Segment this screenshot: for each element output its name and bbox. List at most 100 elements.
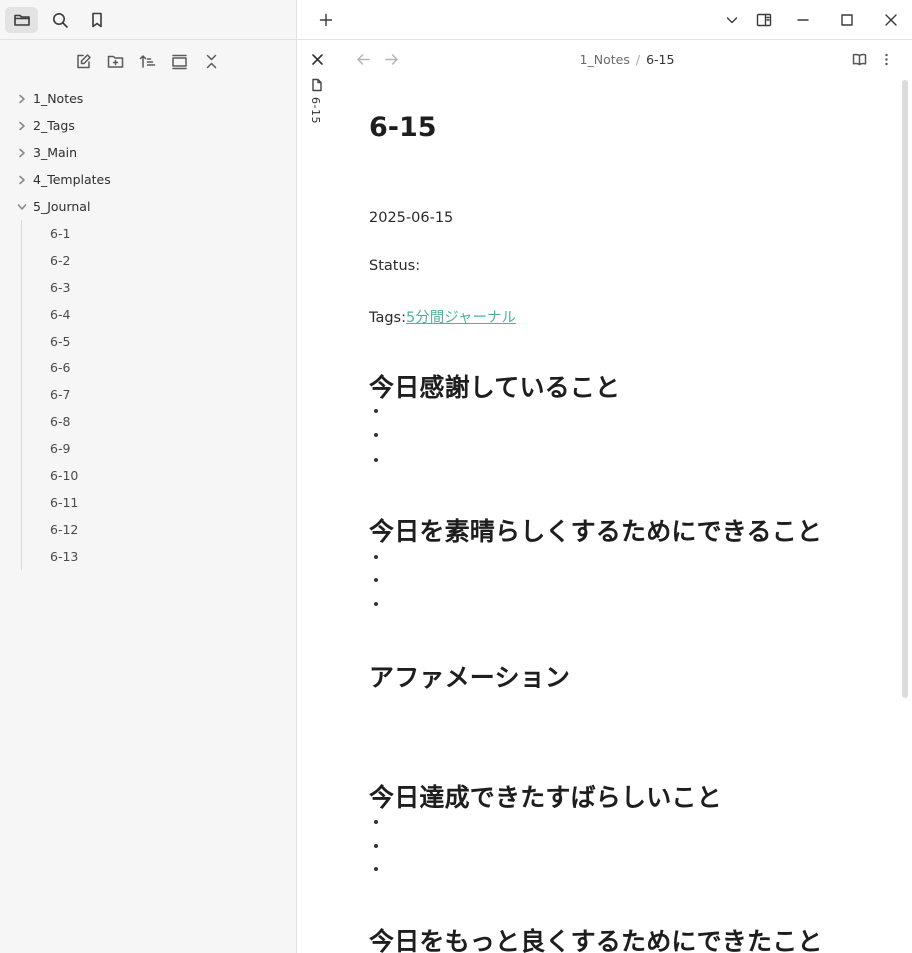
bullet xyxy=(374,820,378,824)
bookmarks-tab[interactable] xyxy=(80,7,113,33)
sort-icon xyxy=(139,54,155,68)
view-header: 1_Notes / 6-15 xyxy=(297,41,912,77)
tags-label: Tags: xyxy=(369,310,406,326)
folder-2-tags[interactable]: 2_Tags xyxy=(0,112,296,139)
folder-3-main[interactable]: 3_Main xyxy=(0,139,296,166)
section-heading: 今日感謝していること xyxy=(369,373,621,402)
file-item[interactable]: 6-11 xyxy=(0,489,296,516)
new-tab-button[interactable] xyxy=(312,7,340,33)
bullet xyxy=(374,555,378,559)
new-folder-button[interactable] xyxy=(102,48,128,74)
chevron-down-icon xyxy=(17,203,27,210)
status-line: Status: xyxy=(369,258,421,274)
bookmark-icon xyxy=(91,12,102,28)
book-open-icon xyxy=(852,53,866,65)
maximize-button[interactable] xyxy=(833,7,861,33)
vertical-tab-title: 6-15 xyxy=(309,97,322,124)
file-icon xyxy=(312,78,322,92)
tags-line: Tags:5分間ジャーナル xyxy=(369,306,516,327)
file-item[interactable]: 6-4 xyxy=(0,301,296,328)
close-tab-button[interactable] xyxy=(305,48,329,70)
file-item[interactable]: 6-9 xyxy=(0,435,296,462)
folder-5-journal[interactable]: 5_Journal xyxy=(0,193,296,220)
new-note-icon xyxy=(76,53,91,68)
bullet xyxy=(374,867,378,871)
bullet xyxy=(374,433,378,437)
date-line: 2025-06-15 xyxy=(369,210,454,226)
bullet xyxy=(374,578,378,582)
back-button[interactable] xyxy=(351,47,375,71)
auto-reveal-icon xyxy=(171,54,187,69)
section-heading: 今日を素晴らしくするためにできること xyxy=(369,517,823,546)
file-item[interactable]: 6-2 xyxy=(0,247,296,274)
toggle-right-sidebar-button[interactable] xyxy=(750,7,778,33)
minimize-icon xyxy=(797,19,809,21)
chevron-right-icon xyxy=(19,148,25,157)
file-item[interactable]: 6-6 xyxy=(0,354,296,381)
new-note-button[interactable] xyxy=(70,48,96,74)
plus-icon xyxy=(319,13,333,27)
bullet xyxy=(374,458,378,462)
minimize-button[interactable] xyxy=(789,7,817,33)
more-vertical-icon xyxy=(884,53,888,65)
new-folder-icon xyxy=(107,55,123,68)
auto-reveal-button[interactable] xyxy=(166,48,192,74)
left-sidebar: 1_Notes 2_Tags 3_Main 4_Templates 5_Jour… xyxy=(0,0,297,953)
note-title[interactable]: 6-15 xyxy=(369,112,437,143)
section-heading: 今日をもっと良くするためにできたこと xyxy=(369,927,823,953)
reading-view-button[interactable] xyxy=(847,47,871,71)
folder-label: 1_Notes xyxy=(33,91,84,106)
journal-children: 6-1 6-2 6-3 6-4 6-5 6-6 6-7 6-8 6-9 6-10… xyxy=(0,220,296,570)
file-explorer-actions xyxy=(0,48,296,74)
sort-button[interactable] xyxy=(134,48,160,74)
maximize-icon xyxy=(841,14,853,26)
file-item[interactable]: 6-8 xyxy=(0,408,296,435)
arrow-right-icon xyxy=(384,53,398,65)
file-item[interactable]: 6-10 xyxy=(0,462,296,489)
folder-icon xyxy=(13,14,30,26)
folder-label: 2_Tags xyxy=(33,118,75,133)
sidebar-toggle-icon xyxy=(756,13,772,27)
search-tab[interactable] xyxy=(43,7,76,33)
folder-1-notes[interactable]: 1_Notes xyxy=(0,85,296,112)
search-icon xyxy=(52,13,68,28)
folder-label: 5_Journal xyxy=(33,199,91,214)
chevron-down-icon xyxy=(726,17,738,24)
tab-bar xyxy=(297,1,912,40)
close-icon xyxy=(885,14,897,26)
file-item[interactable]: 6-12 xyxy=(0,516,296,543)
arrow-left-icon xyxy=(356,53,370,65)
chevron-right-icon xyxy=(19,94,25,103)
collapse-all-button[interactable] xyxy=(198,48,224,74)
bullet xyxy=(374,409,378,413)
vertical-tab[interactable]: 6-15 xyxy=(297,77,337,197)
file-tree: 1_Notes 2_Tags 3_Main 4_Templates 5_Jour… xyxy=(0,85,296,570)
chevron-right-icon xyxy=(19,121,25,130)
file-item[interactable]: 6-7 xyxy=(0,381,296,408)
sidebar-tab-bar xyxy=(0,1,296,40)
section-heading: アファメーション xyxy=(369,663,571,692)
section-heading: 今日達成できたすばらしいこと xyxy=(369,783,722,812)
file-item[interactable]: 6-5 xyxy=(0,328,296,355)
files-tab[interactable] xyxy=(5,7,38,33)
tag-link[interactable]: 5分間ジャーナル xyxy=(406,310,516,326)
collapse-all-icon xyxy=(206,54,216,68)
bullet xyxy=(374,602,378,606)
folder-label: 3_Main xyxy=(33,145,78,160)
file-item[interactable]: 6-13 xyxy=(0,543,296,570)
tab-list-button[interactable] xyxy=(718,7,746,33)
chevron-right-icon xyxy=(19,175,25,184)
window-close-button[interactable] xyxy=(877,7,905,33)
indent-guide xyxy=(21,220,22,570)
bullet xyxy=(374,844,378,848)
breadcrumb-folder[interactable]: 1_Notes xyxy=(580,52,630,67)
folder-4-templates[interactable]: 4_Templates xyxy=(0,166,296,193)
file-item[interactable]: 6-3 xyxy=(0,274,296,301)
breadcrumb-file[interactable]: 6-15 xyxy=(646,52,674,67)
scrollbar[interactable] xyxy=(902,80,908,698)
breadcrumb-separator: / xyxy=(635,51,641,67)
file-item[interactable]: 6-1 xyxy=(0,220,296,247)
close-icon xyxy=(311,53,323,65)
forward-button[interactable] xyxy=(379,47,403,71)
more-options-button[interactable] xyxy=(874,47,898,71)
